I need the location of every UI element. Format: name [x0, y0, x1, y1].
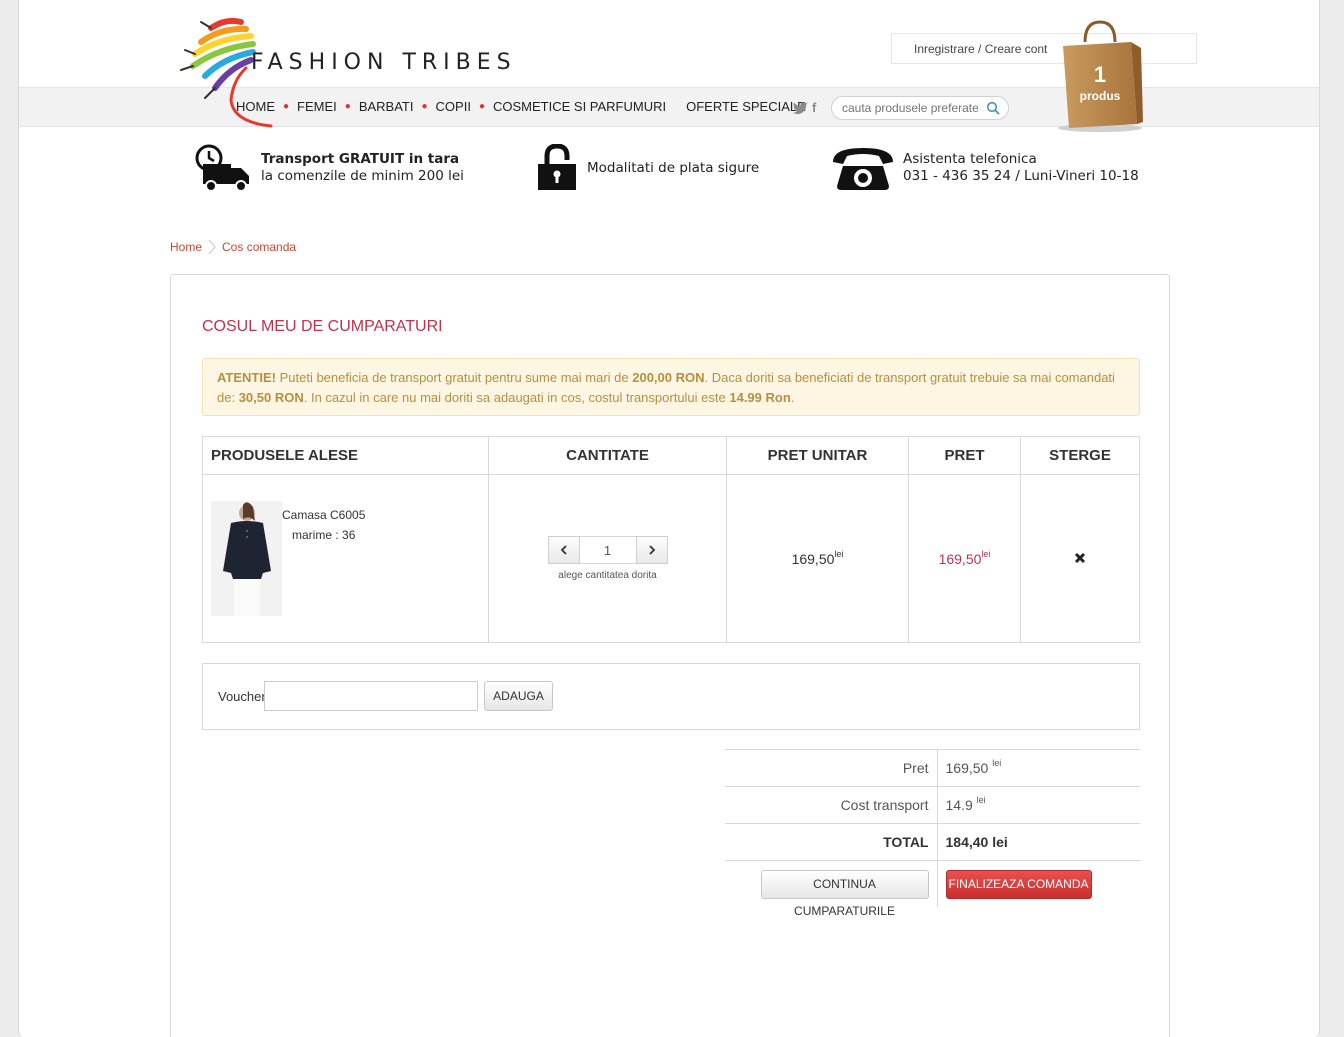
feature-transport-title: Transport GRATUIT in tara	[261, 151, 460, 167]
totals-row-actions: CONTINUA CUMPARATURILE FINALIZEAZA COMAN…	[725, 860, 1140, 918]
quantity-input[interactable]: 1	[579, 536, 636, 564]
price-value: 169,50	[938, 550, 982, 567]
nav-oferte[interactable]: OFERTE SPECIALE	[686, 99, 806, 114]
nav-cosmetice[interactable]: COSMETICE SI PARFUMURI	[493, 99, 666, 114]
price-cell: 169,50lei	[908, 474, 1021, 643]
feature-payment-text: Modalitati de plata sigure	[587, 159, 760, 176]
nav-copii[interactable]: COPII	[436, 99, 471, 114]
quantity-decrease-button[interactable]	[547, 536, 580, 564]
actions-right-cell: FINALIZEAZA COMANDA	[937, 860, 1140, 907]
feature-phone-sub: 031 - 436 35 24 / Luni-Vineri 10-18	[903, 168, 1139, 184]
totals-shipping-currency: lei	[976, 795, 986, 805]
main-nav: HOME ● FEMEI ● BARBATI ● COPII ● COSMETI…	[236, 99, 806, 114]
add-voucher-button[interactable]: ADAUGA	[484, 681, 553, 711]
account-link[interactable]: Inregistrare / Creare cont	[914, 42, 1047, 56]
voucher-input[interactable]	[264, 681, 478, 711]
col-delete: STERGE	[1020, 436, 1140, 475]
actions-left-cell: CONTINUA CUMPARATURILE	[725, 860, 938, 918]
totals-total-label: TOTAL	[725, 823, 938, 861]
totals-price-label: Pret	[725, 749, 938, 787]
breadcrumb: Home Cos comanda	[170, 239, 296, 255]
continue-shopping-button[interactable]: CONTINUA CUMPARATURILE	[760, 870, 929, 918]
product-cell: Camasa C6005 marime : 36	[202, 474, 489, 643]
unit-price-currency: lei	[834, 548, 844, 559]
product-size: marime : 36	[292, 528, 356, 542]
feature-transport-sub: la comenzile de minim 200 lei	[261, 168, 464, 184]
nav-separator: ●	[283, 101, 290, 112]
alert-remaining: 30,50 RON	[238, 390, 304, 405]
breadcrumb-current[interactable]: Cos comanda	[222, 240, 296, 254]
voucher-section: Voucher ADAUGA	[202, 663, 1140, 730]
totals-shipping-label: Cost transport	[725, 786, 938, 824]
price-currency: lei	[981, 548, 991, 559]
cart-count[interactable]: 1	[1055, 62, 1145, 88]
feature-payment: Modalitati de plata sigure	[537, 144, 759, 192]
totals-price-cell: 169,50 lei	[937, 749, 1140, 787]
nav-home[interactable]: HOME	[236, 99, 275, 114]
col-quantity: CANTITATE	[488, 436, 727, 475]
search-box	[831, 96, 1009, 120]
alert-text-4: .	[790, 390, 795, 405]
table-row: Camasa C6005 marime : 36 1 alege cantita…	[202, 474, 1140, 643]
feature-transport: Transport GRATUIT in tara la comenzile d…	[195, 144, 464, 192]
quantity-hint: alege cantitatea dorita	[558, 570, 657, 581]
cart-table: PRODUSELE ALESE CANTITATE PRET UNITAR PR…	[202, 436, 1140, 643]
page-container: FASHION TRIBES HOME ● FEMEI ● BARBATI ● …	[18, 0, 1320, 1037]
product-info: Camasa C6005 marime : 36	[282, 505, 365, 545]
product-image[interactable]	[211, 501, 282, 616]
delivery-truck-icon	[195, 144, 249, 192]
totals-row-total: TOTAL 184,40 lei	[725, 823, 1140, 861]
logo-text[interactable]: FASHION TRIBES	[251, 50, 517, 75]
alert-shipping: 14.99 Ron	[729, 390, 791, 405]
nav-femei[interactable]: FEMEI	[297, 99, 337, 114]
nav-barbati[interactable]: BARBATI	[359, 99, 414, 114]
nav-separator: ●	[421, 101, 428, 112]
totals-row-price: Pret 169,50 lei	[725, 749, 1140, 787]
unit-price-value: 169,50	[791, 550, 835, 567]
twitter-icon[interactable]	[793, 101, 808, 114]
product-name[interactable]: Camasa C6005	[282, 505, 365, 525]
social-links: f	[793, 100, 816, 115]
free-shipping-alert: ATENTIE! Puteti beneficia de transport g…	[202, 358, 1140, 416]
delete-x-icon[interactable]	[1074, 552, 1086, 564]
alert-threshold: 200,00 RON	[632, 370, 705, 385]
col-products: PRODUSELE ALESE	[202, 436, 489, 475]
nav-separator: ●	[478, 101, 485, 112]
checkout-button[interactable]: FINALIZEAZA COMANDA	[945, 870, 1092, 899]
cart-panel: COSUL MEU DE CUMPARATURI ATENTIE! Puteti…	[170, 274, 1170, 1037]
cart-label[interactable]: produs	[1055, 89, 1145, 103]
totals-total-value: 184,40 lei	[937, 823, 1140, 861]
feature-phone: Asistenta telefonica 031 - 436 35 24 / L…	[829, 144, 1139, 192]
voucher-label: Voucher	[218, 689, 266, 704]
totals-row-shipping: Cost transport 14.9 lei	[725, 786, 1140, 824]
facebook-icon[interactable]: f	[812, 100, 816, 115]
totals-shipping-value: 14.9	[945, 797, 973, 813]
alert-lead: ATENTIE!	[217, 370, 276, 385]
padlock-icon	[538, 144, 576, 190]
search-icon[interactable]	[986, 101, 1000, 115]
chevron-right-icon	[208, 239, 216, 255]
unit-price-cell: 169,50lei	[726, 474, 909, 643]
quantity-stepper: 1	[547, 536, 668, 564]
totals-shipping-cell: 14.9 lei	[937, 786, 1140, 824]
alert-text-3: . In cazul in care nu mai doriti sa adau…	[303, 390, 730, 405]
quantity-cell: 1 alege cantitatea dorita	[488, 474, 727, 643]
col-unit-price: PRET UNITAR	[726, 436, 909, 475]
chevron-right-icon	[648, 545, 655, 555]
totals-price-value: 169,50	[945, 760, 989, 776]
chevron-left-icon	[560, 545, 567, 555]
search-input[interactable]	[842, 101, 978, 115]
totals-table: Pret 169,50 lei Cost transport 14.9 lei …	[725, 749, 1140, 918]
page-title: COSUL MEU DE CUMPARATURI	[202, 318, 443, 335]
delete-cell	[1020, 474, 1140, 643]
col-price: PRET	[908, 436, 1021, 475]
quantity-increase-button[interactable]	[635, 536, 668, 564]
nav-separator: ●	[344, 101, 351, 112]
feature-phone-title: Asistenta telefonica	[903, 151, 1037, 167]
table-header-row: PRODUSELE ALESE CANTITATE PRET UNITAR PR…	[202, 436, 1140, 475]
telephone-icon	[833, 148, 893, 190]
breadcrumb-home[interactable]: Home	[170, 240, 202, 254]
alert-text-1: Puteti beneficia de transport gratuit pe…	[275, 370, 633, 385]
totals-price-currency: lei	[992, 758, 1002, 768]
